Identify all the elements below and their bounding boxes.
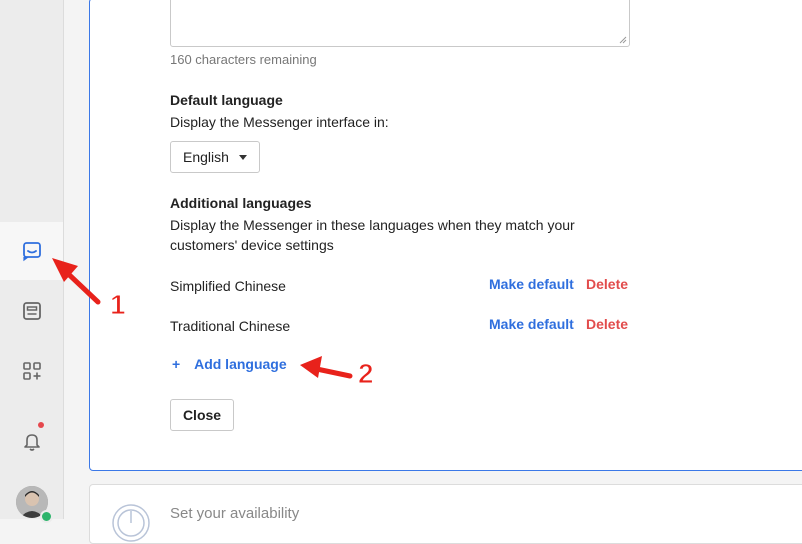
annotation-arrow-1 [52,258,101,305]
annotation-layer [52,258,353,379]
annotation-number-2: 2 [358,358,375,390]
annotation-number-1: 1 [110,289,127,321]
annotation-arrow-2 [300,356,353,379]
